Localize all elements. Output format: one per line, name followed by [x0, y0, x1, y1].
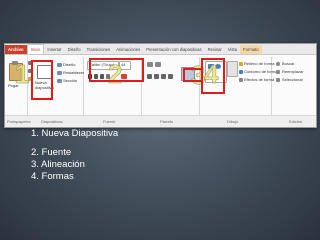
group-label-edicion: Edición — [289, 119, 303, 124]
reset-label[interactable]: Restablecer — [63, 70, 84, 75]
tab-insertar[interactable]: Insertar — [44, 45, 64, 54]
shape-effects-label[interactable]: Efectos de forma — [244, 77, 274, 82]
quick-styles-icon[interactable] — [227, 61, 238, 77]
reset-icon[interactable] — [57, 71, 62, 75]
tab-animaciones[interactable]: Animaciones — [113, 45, 143, 54]
tab-inicio[interactable]: Inicio — [26, 44, 45, 54]
section-label[interactable]: Sección — [63, 78, 77, 83]
group-labels-bar: Portapapeles Diapositivas Fuente Párrafo… — [5, 115, 316, 127]
group-label-fuente: Fuente — [103, 119, 116, 124]
tab-presentacion[interactable]: Presentación con diapositivas — [143, 45, 204, 54]
find-label[interactable]: Buscar — [282, 61, 294, 66]
slide: Archivo Inicio Insertar Diseño Transicio… — [0, 0, 320, 240]
feature-list: 1. Nueva Diapositiva 2. Fuente 3. Alinea… — [31, 128, 118, 183]
align-left-icon[interactable] — [147, 74, 152, 79]
tab-diseno[interactable]: Diseño — [65, 45, 84, 54]
list-item: 4. Formas — [31, 171, 74, 182]
align-center-icon[interactable] — [154, 74, 159, 79]
group-label-portapapeles: Portapapeles — [7, 119, 31, 124]
shape-fill-icon[interactable] — [239, 62, 243, 66]
callout-box-alignment — [183, 68, 203, 82]
find-icon[interactable] — [276, 62, 280, 66]
select-icon[interactable] — [276, 78, 280, 82]
replace-icon[interactable] — [276, 70, 280, 74]
layout-icon[interactable] — [57, 63, 62, 67]
callout-box-shapes — [201, 58, 225, 94]
replace-label[interactable]: Reemplazar — [282, 69, 304, 74]
group-edicion: Buscar Reemplazar Seleccionar — [273, 57, 316, 115]
callout-box-font — [89, 58, 144, 82]
bullets-icon[interactable] — [147, 62, 153, 67]
justify-icon[interactable] — [168, 74, 173, 79]
section-icon[interactable] — [57, 79, 62, 83]
tab-transiciones[interactable]: Transiciones — [84, 45, 114, 54]
tab-vista[interactable]: Vista — [225, 45, 240, 54]
ribbon-tabs: Archivo Inicio Insertar Diseño Transicio… — [5, 44, 316, 55]
tab-archivo[interactable]: Archivo — [5, 45, 27, 54]
list-item: 2. Fuente — [31, 147, 72, 158]
group-label-parrafo: Párrafo — [160, 119, 174, 124]
align-right-icon[interactable] — [161, 74, 166, 79]
group-label-diapositivas: Diapositivas — [41, 119, 63, 124]
layout-label[interactable]: Diseño — [63, 62, 75, 67]
callout-number-1: 1 — [15, 59, 30, 89]
shape-effects-icon[interactable] — [239, 78, 243, 82]
callout-box-new-slide — [31, 60, 53, 100]
shape-fill-label[interactable]: Relleno de forma — [244, 61, 274, 66]
group-label-dibujo: Dibujo — [227, 119, 239, 124]
numbering-icon[interactable] — [155, 62, 161, 67]
ribbon-screenshot: Archivo Inicio Insertar Diseño Transicio… — [4, 43, 317, 128]
tab-formato[interactable]: Formato — [240, 45, 262, 54]
shape-outline-icon[interactable] — [239, 70, 243, 74]
tab-revisar[interactable]: Revisar — [205, 45, 225, 54]
list-item: 3. Alineación — [31, 159, 85, 170]
list-item: 1. Nueva Diapositiva — [31, 128, 119, 139]
select-label[interactable]: Seleccionar — [282, 77, 303, 82]
